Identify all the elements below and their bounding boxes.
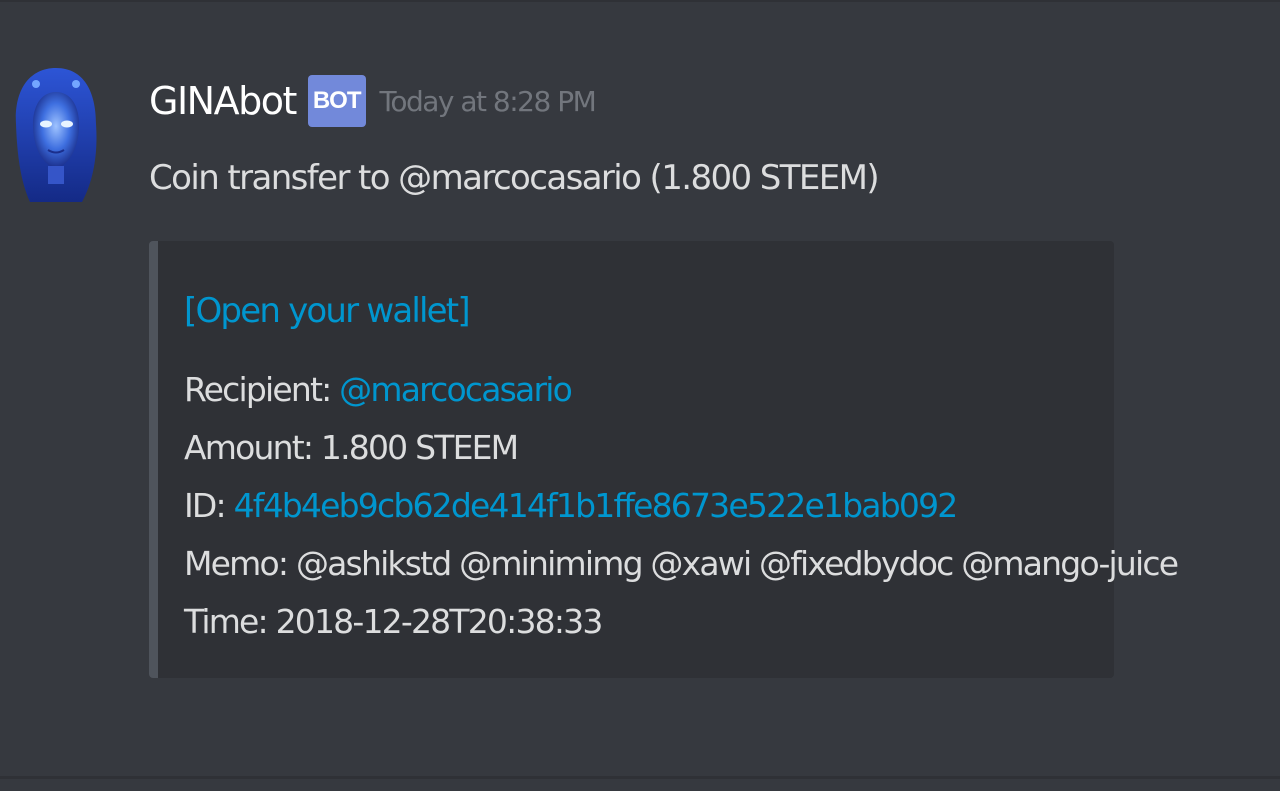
time-value: 2018-12-28T20:38:33: [275, 602, 604, 641]
id-line: ID: 4f4b4eb9cb62de414f1b1ffe8673e522e1ba…: [184, 483, 1177, 541]
memo-line: Memo: @ashikstd @minimimg @xawi @fixedby…: [184, 541, 1179, 599]
chat-message: GINAbot BOT Today at 8:28 PM Coin transf…: [0, 0, 1280, 776]
embed-description: Recipient: @marcocasario Amount: 1.800 S…: [184, 367, 1179, 657]
amount-label: Amount:: [184, 428, 314, 467]
timestamp: Today at 8:28 PM: [379, 84, 597, 118]
amount-value: 1.800 STEEM: [320, 428, 519, 467]
recipient-line: Recipient: @marcocasario: [184, 367, 1177, 425]
username[interactable]: GINAbot: [149, 79, 297, 123]
bot-badge: BOT: [307, 75, 366, 127]
transaction-id-link[interactable]: 4f4b4eb9cb62de414f1b1ffe8673e522e1bab092: [234, 486, 959, 525]
bottom-divider: [0, 776, 1280, 779]
blue-robot-avatar-icon: [15, 68, 97, 202]
recipient-link[interactable]: @marcocasario: [339, 370, 573, 409]
message-content: Coin transfer to @marcocasario (1.800 ST…: [149, 158, 880, 198]
time-label: Time:: [184, 602, 269, 641]
id-label: ID:: [184, 486, 227, 525]
memo-label: Memo:: [184, 544, 289, 583]
recipient-label: Recipient:: [184, 370, 332, 409]
memo-value: @ashikstd @minimimg @xawi @fixedbydoc @m…: [295, 544, 1179, 583]
avatar[interactable]: [8, 62, 104, 210]
amount-line: Amount: 1.800 STEEM: [184, 425, 1177, 483]
chat-window: GINAbot BOT Today at 8:28 PM Coin transf…: [0, 0, 1280, 791]
message-header: GINAbot BOT Today at 8:28 PM: [149, 75, 597, 127]
open-wallet-link[interactable]: [Open your wallet]: [184, 291, 471, 331]
time-line: Time: 2018-12-28T20:38:33: [184, 599, 1177, 657]
message-embed: [Open your wallet] Recipient: @marcocasa…: [149, 241, 1179, 678]
